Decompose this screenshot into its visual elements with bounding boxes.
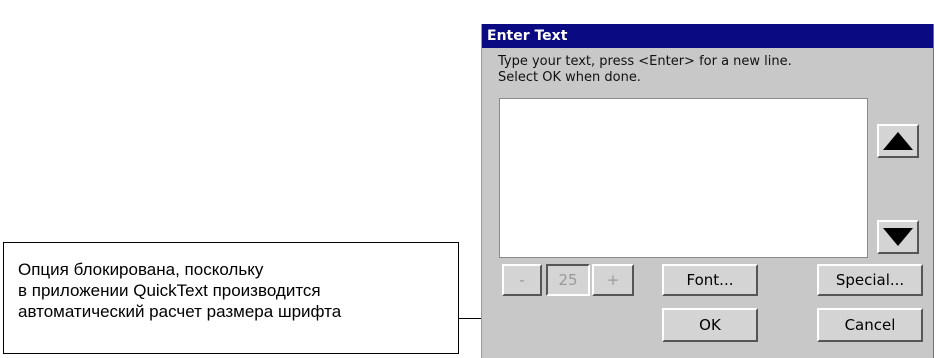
- callout-box: Опция блокирована, поскольку в приложени…: [3, 242, 459, 354]
- callout-text: Опция блокирована, поскольку в приложени…: [18, 259, 341, 322]
- instruction-line-1: Type your text, press <Enter> for a new …: [498, 54, 792, 69]
- triangle-down-icon: [883, 228, 913, 246]
- dialog-title: Enter Text: [482, 24, 933, 48]
- triangle-up-icon: [883, 132, 913, 150]
- callout-line-3: автоматический расчет размера шрифта: [18, 302, 342, 321]
- scroll-down-button[interactable]: [877, 220, 919, 254]
- font-size-field: 25: [546, 264, 590, 296]
- font-size-decrease-button: -: [502, 264, 542, 296]
- scroll-up-button[interactable]: [877, 124, 919, 158]
- font-size-increase-button: +: [592, 264, 634, 296]
- instructions: Type your text, press <Enter> for a new …: [498, 54, 792, 86]
- ok-button[interactable]: OK: [662, 308, 758, 342]
- callout-line-2: в приложении QuickText производится: [18, 281, 321, 300]
- special-button[interactable]: Special...: [817, 264, 923, 296]
- text-entry-area[interactable]: [499, 98, 868, 258]
- enter-text-dialog: Enter Text Type your text, press <Enter>…: [481, 24, 934, 358]
- callout-line-1: Опция блокирована, поскольку: [18, 260, 264, 279]
- cancel-button[interactable]: Cancel: [817, 308, 923, 342]
- font-button[interactable]: Font...: [662, 264, 758, 296]
- instruction-line-2: Select OK when done.: [498, 70, 641, 85]
